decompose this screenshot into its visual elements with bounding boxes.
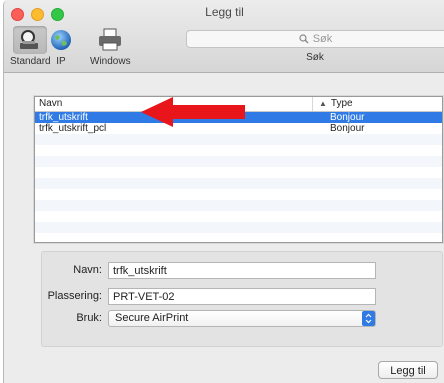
name-field[interactable]: trfk_utskrift — [108, 261, 376, 279]
printer-search-icon — [13, 26, 48, 54]
printer-name: trfk_utskrift_pcl — [39, 123, 107, 134]
column-header-name[interactable]: Navn — [35, 97, 313, 111]
windows-tab-label: Windows — [90, 56, 131, 67]
window-title: Legg til — [205, 5, 244, 19]
search-icon — [299, 34, 309, 44]
column-header-type[interactable]: ▲ Type — [313, 97, 442, 111]
search-caption: Søk — [306, 52, 324, 63]
printer-type: Bonjour — [330, 112, 365, 123]
driver-select[interactable]: Secure AirPrint — [108, 309, 376, 327]
standard-tab-button[interactable]: Standard — [10, 26, 51, 68]
use-label: Bruk: — [76, 312, 102, 324]
sort-ascending-icon: ▲ — [319, 99, 327, 108]
toolbar: Legg til Standard IP Windows Søk Søk — [4, 0, 444, 73]
driver-select-value: Secure AirPrint — [115, 312, 189, 324]
add-printer-window: Legg til Standard IP Windows Søk Søk Nav… — [3, 0, 444, 383]
chevron-updown-icon — [362, 310, 375, 326]
list-empty-area — [35, 134, 442, 242]
location-field[interactable]: PRT-VET-02 — [108, 287, 376, 305]
use-row: Bruk: Secure AirPrint — [42, 308, 376, 328]
column-header-type-label: Type — [330, 98, 353, 109]
add-button[interactable]: Legg til — [378, 361, 438, 379]
search-input[interactable]: Søk — [186, 30, 444, 48]
printer-row[interactable]: trfk_utskrift_pcl Bonjour — [35, 123, 442, 134]
printer-list[interactable]: Navn ▲ Type trfk_utskrift Bonjour trfk_ut… — [34, 96, 443, 243]
location-row: Plassering: PRT-VET-02 — [42, 286, 376, 306]
ip-tab-label: IP — [56, 56, 66, 67]
windows-tab-button[interactable]: Windows — [90, 26, 131, 68]
printer-details-panel: Navn: trfk_utskrift Plassering: PRT-VET-… — [41, 251, 443, 347]
search-area: Søk Søk — [186, 30, 444, 63]
printer-type: Bonjour — [330, 123, 365, 134]
ip-tab-button[interactable]: IP — [46, 26, 76, 68]
printer-name: trfk_utskrift — [39, 112, 88, 123]
globe-icon — [46, 26, 76, 54]
standard-tab-label: Standard — [10, 56, 51, 67]
list-header: Navn ▲ Type — [35, 97, 442, 112]
search-placeholder: Søk — [312, 33, 333, 45]
location-label: Plassering: — [47, 290, 102, 302]
name-label: Navn: — [73, 264, 102, 276]
printer-row[interactable]: trfk_utskrift Bonjour — [35, 112, 442, 123]
printer-icon — [95, 26, 125, 54]
name-row: Navn: trfk_utskrift — [42, 260, 376, 280]
